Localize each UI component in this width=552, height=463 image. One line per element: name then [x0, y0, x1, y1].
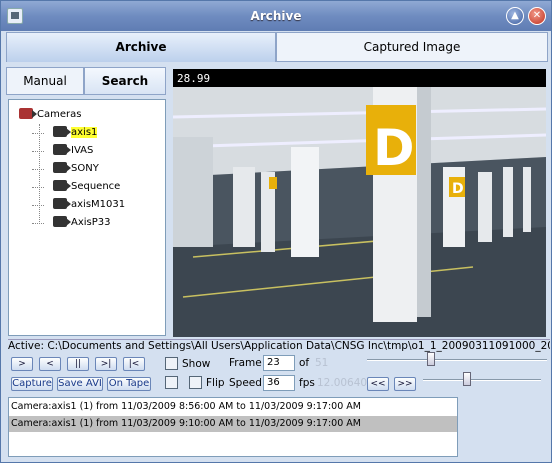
- frame-slider-track[interactable]: [367, 359, 547, 361]
- list-item[interactable]: Camera:axis1 (1) from 11/03/2009 9:10:00…: [9, 416, 457, 432]
- camera-icon: [53, 216, 71, 227]
- flip-label: Flip: [206, 377, 225, 389]
- step-forward-button[interactable]: >|: [95, 357, 117, 371]
- camera-icon: [53, 198, 71, 209]
- video-overlay-text: 28.99: [173, 69, 546, 87]
- main-tabs: Archive Captured Image: [6, 32, 548, 62]
- of-label: of: [299, 357, 310, 369]
- tree-item-sony[interactable]: SONY: [9, 160, 165, 178]
- show-checkbox[interactable]: [165, 357, 178, 370]
- fps-label: fps: [299, 377, 315, 389]
- speed-input[interactable]: 36: [263, 375, 295, 391]
- tree-item-label: axisM1031: [71, 199, 126, 210]
- tree-connector: [32, 187, 44, 188]
- speed-label: Speed:: [229, 377, 266, 389]
- speed-slider-track[interactable]: [423, 379, 541, 381]
- camera-icon: [53, 144, 71, 155]
- tab-search[interactable]: Search: [84, 67, 166, 95]
- svg-text:D: D: [373, 119, 415, 177]
- title-bar: Archive ▲ ✕: [1, 1, 551, 31]
- speed-slider-thumb[interactable]: [463, 372, 471, 386]
- fps-readout: 12.006401: [317, 377, 374, 389]
- mode-tabs: Manual Search: [6, 67, 166, 95]
- active-path-status: Active: C:\Documents and Settings\All Us…: [8, 339, 550, 355]
- recordings-list: Camera:axis1 (1) from 11/03/2009 8:56:00…: [8, 397, 458, 457]
- on-tape-button[interactable]: On Tape: [107, 377, 151, 391]
- tree-item-label: AxisP33: [71, 217, 111, 228]
- svg-text:D: D: [452, 181, 464, 197]
- tab-captured-image[interactable]: Captured Image: [276, 32, 548, 62]
- option-checkbox[interactable]: [165, 376, 178, 389]
- tree-connector: [32, 151, 44, 152]
- camera-tree: Cameras axis1 IVAS SONY Sequence axisM10…: [8, 99, 166, 336]
- frame-input[interactable]: 23: [263, 355, 295, 371]
- tree-item-sequence[interactable]: Sequence: [9, 178, 165, 196]
- save-avi-button[interactable]: Save AVI: [57, 377, 103, 391]
- rewind-button[interactable]: <<: [367, 377, 389, 391]
- frame-slider-thumb[interactable]: [427, 352, 435, 366]
- tree-item-label: Sequence: [71, 181, 121, 192]
- reverse-play-button[interactable]: <: [39, 357, 61, 371]
- tree-connector: [32, 223, 44, 224]
- tab-archive[interactable]: Archive: [6, 32, 276, 62]
- tree-root-cameras[interactable]: Cameras: [9, 106, 165, 124]
- close-button[interactable]: ✕: [528, 7, 546, 25]
- play-button[interactable]: >: [11, 357, 33, 371]
- archive-window: Archive ▲ ✕ Archive Captured Image Manua…: [0, 0, 552, 463]
- parking-garage-frame: D D: [173, 87, 546, 337]
- list-item[interactable]: Camera:axis1 (1) from 11/03/2009 8:56:00…: [9, 399, 457, 415]
- frame-label: Frame:: [229, 357, 266, 369]
- tree-item-label: axis1: [71, 127, 98, 138]
- tree-item-axis1[interactable]: axis1: [9, 124, 165, 142]
- step-back-button[interactable]: |<: [123, 357, 145, 371]
- fast-forward-button[interactable]: >>: [394, 377, 416, 391]
- camera-icon: [53, 180, 71, 191]
- capture-button[interactable]: Capture: [11, 377, 53, 391]
- tree-connector: [32, 169, 44, 170]
- cameras-folder-icon: [19, 108, 37, 119]
- tab-manual[interactable]: Manual: [6, 67, 84, 95]
- flip-checkbox[interactable]: [189, 376, 202, 389]
- show-label: Show: [182, 358, 211, 370]
- tree-item-axisp33[interactable]: AxisP33: [9, 214, 165, 232]
- frame-total: 51: [315, 357, 329, 369]
- camera-icon: [53, 162, 71, 173]
- window-title: Archive: [250, 9, 302, 23]
- tree-item-ivas[interactable]: IVAS: [9, 142, 165, 160]
- tree-item-label: SONY: [71, 163, 99, 174]
- tree-connector: [32, 133, 44, 134]
- tree-item-label: IVAS: [71, 145, 94, 156]
- tree-root-label: Cameras: [37, 109, 82, 120]
- video-viewer[interactable]: 28.99 D D: [173, 69, 546, 337]
- tree-item-axism1031[interactable]: axisM1031: [9, 196, 165, 214]
- tree-connector: [32, 205, 44, 206]
- camera-icon: [53, 126, 71, 137]
- pause-button[interactable]: ||: [67, 357, 89, 371]
- collapse-button[interactable]: ▲: [506, 7, 524, 25]
